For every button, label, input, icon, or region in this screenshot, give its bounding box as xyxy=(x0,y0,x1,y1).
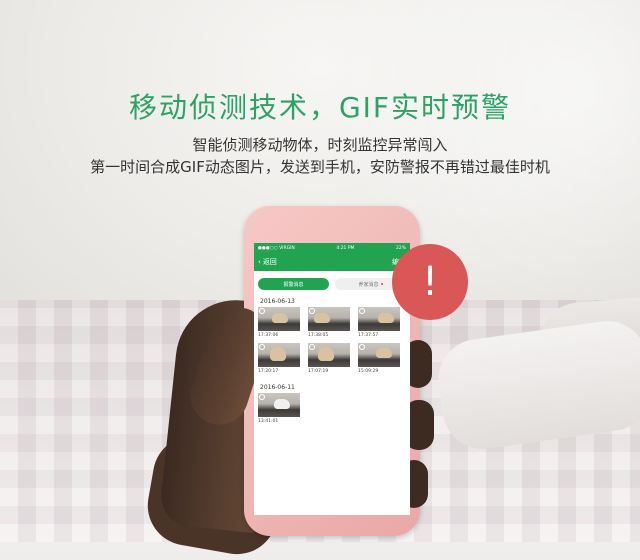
gif-thumbnail-image xyxy=(358,343,400,367)
nav-bar: ‹ 返回 编辑 xyxy=(254,253,410,271)
battery-label: 22% xyxy=(395,245,406,251)
carrier-label: ●●●○○ VIRGIN xyxy=(258,245,295,251)
chevron-left-icon: ‹ xyxy=(258,258,261,266)
gif-thumbnail-item[interactable]: 17:20:17 xyxy=(258,343,302,375)
gif-thumbnail-image xyxy=(258,343,300,367)
dog-figure xyxy=(314,313,330,323)
message-tabs: 报警消息 养家消息 xyxy=(254,271,410,294)
thumbnail-grid: 13:41:01 xyxy=(254,393,410,425)
exclamation-icon: ! xyxy=(421,259,439,305)
gif-thumbnail-image xyxy=(358,307,400,331)
tab-alarm-messages[interactable]: 报警消息 xyxy=(258,278,329,290)
gif-thumbnail-item[interactable]: 13:41:01 xyxy=(258,393,302,425)
dog-figure xyxy=(318,347,334,361)
select-circle-icon[interactable] xyxy=(309,308,315,314)
thumbnail-time: 17:37:06 xyxy=(258,333,279,338)
gif-thumbnail-item[interactable]: 17:38:05 xyxy=(308,307,352,339)
back-label: 返回 xyxy=(262,258,277,266)
unread-dot-icon xyxy=(380,283,383,285)
thumbnail-time: 17:37:57 xyxy=(358,333,379,338)
dog-figure xyxy=(270,347,286,361)
thumbnail-time: 13:41:01 xyxy=(258,419,279,424)
thumbnail-time: 17:38:05 xyxy=(308,333,329,338)
thumbnail-time: 15:09:29 xyxy=(358,369,379,374)
status-bar: ●●●○○ VIRGIN 4:21 PM 22% xyxy=(254,243,410,253)
alert-badge: ! xyxy=(392,244,468,320)
gif-thumbnail-item[interactable]: 17:37:57 xyxy=(358,307,402,339)
subline-2: 第一时间合成GIF动态图片，发送到手机，安防警报不再错过最佳时机 xyxy=(90,158,550,176)
select-circle-icon[interactable] xyxy=(259,394,265,400)
gif-thumbnail-image xyxy=(308,307,350,331)
dog-figure xyxy=(274,399,290,409)
dog-figure xyxy=(378,313,394,323)
headline: 移动侦测技术，GIF实时预警 xyxy=(128,91,512,124)
group-date: 2016-06-11 xyxy=(260,384,295,391)
gif-thumbnail-item[interactable]: 17:07:19 xyxy=(308,343,352,375)
status-time: 4:21 PM xyxy=(336,245,355,251)
gif-thumbnail-item[interactable]: 15:09:29 xyxy=(358,343,402,375)
gif-thumbnail-image xyxy=(258,393,300,417)
group-date: 2016-06-13 xyxy=(260,298,295,305)
back-button[interactable]: ‹ 返回 xyxy=(258,257,277,267)
thumbnail-time: 17:07:19 xyxy=(308,369,329,374)
select-circle-icon[interactable] xyxy=(259,308,265,314)
tab-label: 报警消息 xyxy=(283,281,304,288)
gif-thumbnail-item[interactable]: 17:37:06 xyxy=(258,307,302,339)
thumbnail-grid: 17:37:06 17:38:05 17:37:57 17:20:17 17:0… xyxy=(254,307,410,375)
tab-label: 养家消息 xyxy=(358,281,379,288)
select-circle-icon[interactable] xyxy=(309,344,315,350)
subline-1: 智能侦测移动物体，时刻监控异常闯入 xyxy=(192,136,448,154)
gif-thumbnail-image xyxy=(258,307,300,331)
phone-screen: ●●●○○ VIRGIN 4:21 PM 22% ‹ 返回 编辑 报警消息 养家… xyxy=(254,243,410,515)
dog-figure xyxy=(376,348,392,358)
thumbnail-time: 17:20:17 xyxy=(258,369,279,374)
dog-figure xyxy=(272,313,288,323)
gif-thumbnail-image xyxy=(308,343,350,367)
select-circle-icon[interactable] xyxy=(359,344,365,350)
select-circle-icon[interactable] xyxy=(359,308,365,314)
select-circle-icon[interactable] xyxy=(259,344,265,350)
